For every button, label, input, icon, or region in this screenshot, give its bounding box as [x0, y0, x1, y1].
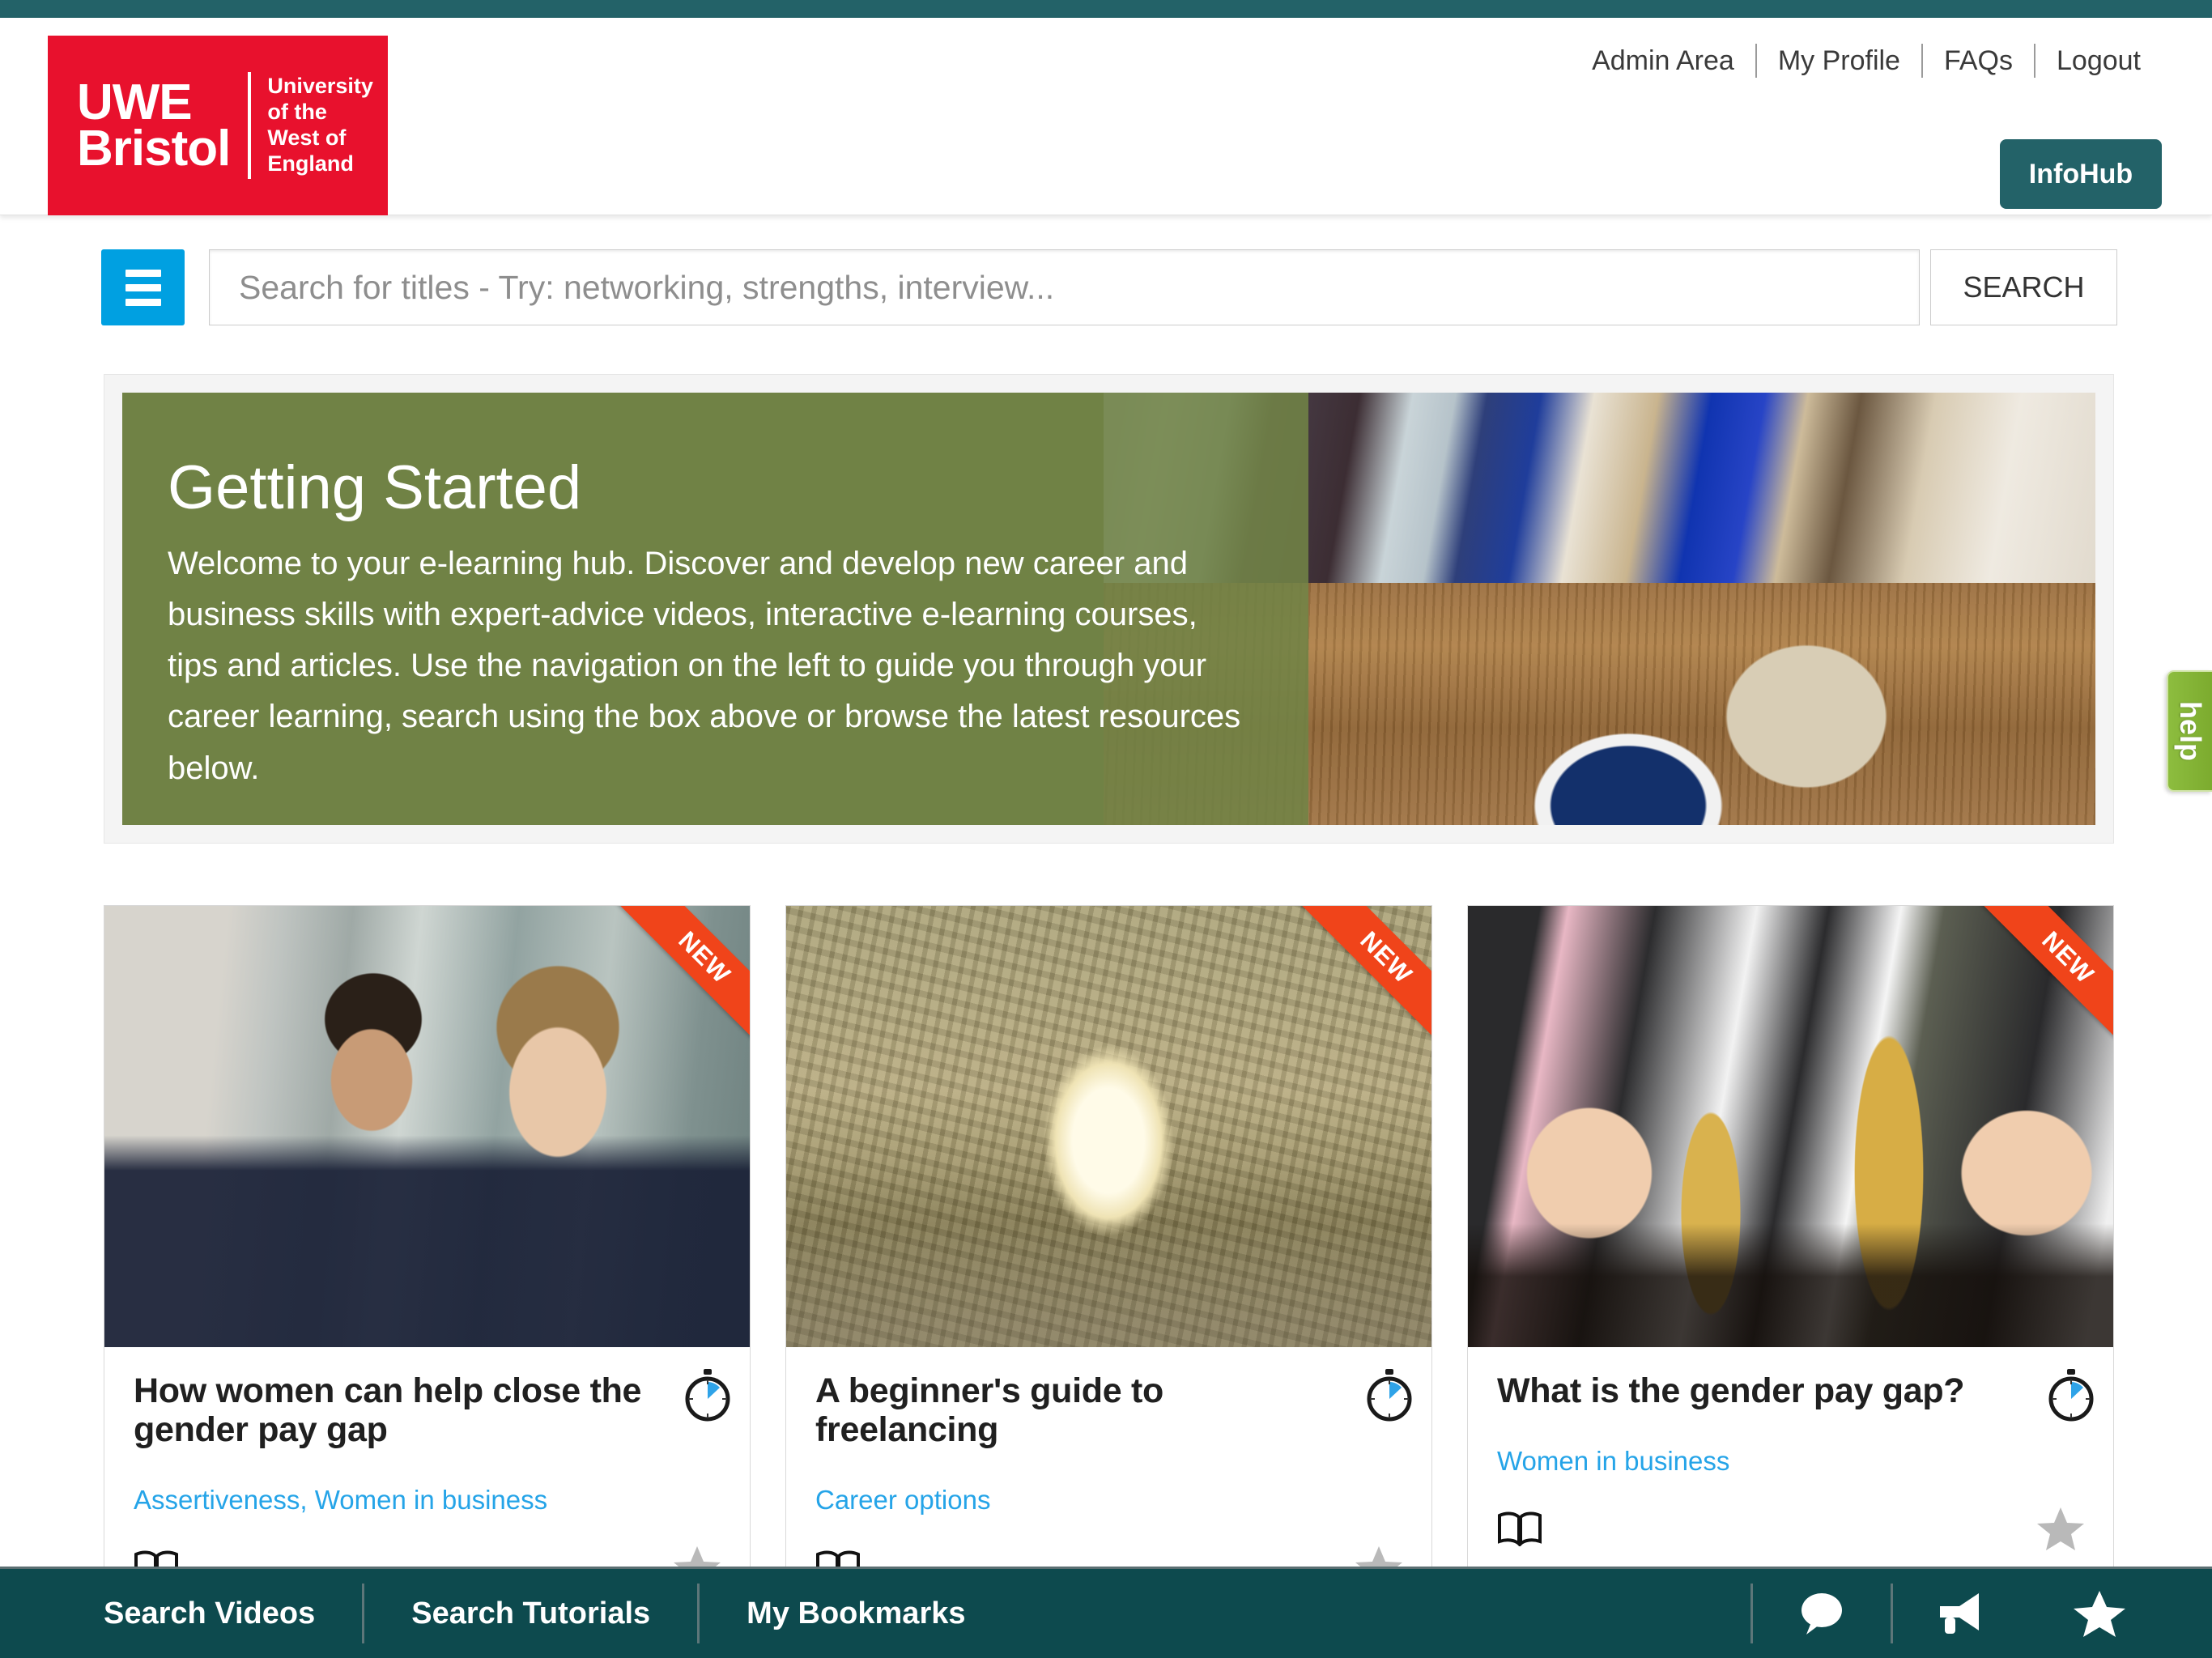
logo-sub-line-4: England [267, 151, 354, 176]
banner-title: Getting Started [168, 453, 582, 522]
nav-link-admin-area[interactable]: Admin Area [1571, 45, 1755, 77]
hamburger-icon[interactable] [101, 249, 185, 325]
logo-sub-line-3: West of [267, 125, 347, 150]
footer-search-tutorials[interactable]: Search Tutorials [364, 1569, 697, 1658]
logo-subtext: University of the West of England [267, 74, 373, 176]
footer-spacer [1013, 1569, 1751, 1658]
stopwatch-icon [685, 1369, 730, 1422]
card-title[interactable]: How women can help close the gender pay … [134, 1371, 721, 1449]
star-icon[interactable] [2037, 1506, 2084, 1551]
card-image[interactable]: NEW [1468, 906, 2113, 1347]
footer-links: Search Videos Search Tutorials My Bookma… [0, 1569, 1013, 1658]
card-body: What is the gender pay gap? Women in bus… [1468, 1347, 2113, 1572]
logo-sub-line-1: University [267, 74, 373, 99]
uwe-bristol-logo[interactable]: UWE Bristol University of the West of En… [48, 36, 388, 215]
nav-link-my-profile[interactable]: My Profile [1757, 45, 1921, 77]
banner-inner: Getting Started Welcome to your e-learni… [122, 393, 2095, 825]
megaphone-icon[interactable] [1893, 1569, 2031, 1658]
card-tags[interactable]: Assertiveness, Women in business [134, 1485, 721, 1516]
logo-line-2: Bristol [77, 121, 231, 176]
card-image-art [786, 906, 1431, 1347]
hamburger-bar [125, 298, 161, 306]
stopwatch-icon [2048, 1369, 2094, 1422]
top-navigation: Admin Area My Profile FAQs Logout [1571, 44, 2162, 78]
card-title[interactable]: A beginner's guide to freelancing [815, 1371, 1402, 1449]
card-title[interactable]: What is the gender pay gap? [1497, 1371, 2084, 1410]
logo-divider [248, 72, 252, 179]
footer-search-videos[interactable]: Search Videos [57, 1569, 362, 1658]
bottom-toolbar: Search Videos Search Tutorials My Bookma… [0, 1567, 2212, 1658]
logo-line-1: UWE [77, 74, 193, 130]
help-tab-label: help [2174, 700, 2208, 762]
card-image[interactable]: NEW [104, 906, 750, 1347]
card-tags[interactable]: Career options [815, 1485, 1402, 1516]
logo-wordmark: UWE Bristol [77, 74, 231, 176]
search-input[interactable]: Search for titles - Try: networking, str… [209, 249, 1920, 325]
card-image-art [1468, 906, 2113, 1347]
resource-card[interactable]: NEW How women can help close the gender … [104, 905, 751, 1612]
hamburger-bar [125, 283, 161, 291]
search-button[interactable]: SEARCH [1930, 249, 2117, 325]
book-icon[interactable] [1497, 1511, 1542, 1547]
card-image-art [104, 906, 750, 1347]
resource-card[interactable]: NEW A beginner's guide to freelancing Ca… [785, 905, 1432, 1612]
page-root: UWE Bristol University of the West of En… [0, 0, 2212, 1658]
footer-icons [1750, 1569, 2212, 1658]
search-bar: Search for titles - Try: networking, str… [0, 243, 2212, 332]
star-icon[interactable] [2031, 1569, 2168, 1658]
banner-body: Welcome to your e-learning hub. Discover… [168, 545, 1241, 786]
getting-started-banner: Getting Started Welcome to your e-learni… [104, 374, 2114, 844]
footer-my-bookmarks[interactable]: My Bookmarks [700, 1569, 1012, 1658]
infohub-button[interactable]: InfoHub [2000, 139, 2162, 209]
resource-card-grid: NEW How women can help close the gender … [104, 905, 2114, 1612]
resource-card[interactable]: NEW What is the gender pay gap? Women in… [1467, 905, 2114, 1612]
card-tags[interactable]: Women in business [1497, 1446, 2084, 1477]
top-teal-strip [0, 0, 2212, 18]
card-image[interactable]: NEW [786, 906, 1431, 1347]
masthead: UWE Bristol University of the West of En… [0, 18, 2212, 215]
logo-sub-line-2: of the [267, 100, 327, 125]
help-tab[interactable]: help [2167, 670, 2212, 792]
stopwatch-icon [1367, 1369, 1412, 1422]
banner-text: Getting Started Welcome to your e-learni… [122, 393, 1308, 825]
nav-link-faqs[interactable]: FAQs [1923, 45, 2034, 77]
hamburger-bar [125, 269, 161, 277]
chat-icon[interactable] [1753, 1569, 1891, 1658]
card-footer [1497, 1477, 2084, 1572]
nav-link-logout[interactable]: Logout [2035, 45, 2162, 77]
